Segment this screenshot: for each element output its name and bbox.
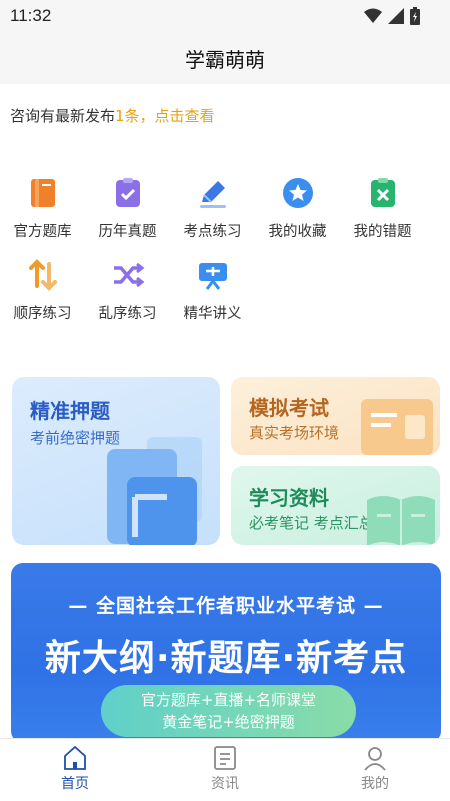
card-precise-prediction[interactable]: 精准押题 考前绝密押题: [12, 377, 220, 545]
card-title: 精准押题: [30, 399, 110, 423]
bottom-tab-bar: 首页 资讯 我的: [0, 738, 450, 801]
banner-pill-text: 官方题库+直播+名师课堂: [140, 691, 317, 709]
title-bar: 学霸萌萌: [0, 32, 450, 84]
wrong-x-icon: [371, 178, 395, 207]
id-card-icon: [361, 399, 433, 455]
signal-icon: [388, 8, 404, 24]
card-mock-exam[interactable]: 模拟考试 真实考场环境: [231, 377, 440, 455]
shuffle-icon: [114, 262, 145, 288]
tab-news[interactable]: 资讯: [150, 739, 300, 801]
clipboard-check-icon: [116, 178, 140, 207]
book-icon: [31, 179, 55, 207]
menu-label: 我的错题: [353, 224, 412, 240]
menu-item-sequential[interactable]: 顺序练习: [0, 250, 85, 322]
menu-label: 考点练习: [183, 224, 242, 240]
menu-label: 乱序练习: [98, 306, 157, 322]
user-icon: [364, 747, 386, 771]
menu-label: 历年真题: [98, 224, 157, 240]
edit-pen-icon: [200, 181, 226, 208]
tab-home[interactable]: 首页: [0, 739, 150, 801]
banner-feature-pill: 官方题库+直播+名师课堂 黄金笔记+绝密押题: [101, 685, 356, 737]
home-icon: [64, 745, 86, 770]
news-notice[interactable]: 咨询有最新发布1条，点击查看: [10, 105, 215, 126]
menu-item-key-points[interactable]: 考点练习: [170, 168, 255, 240]
wifi-icon: [364, 8, 382, 23]
tab-label: 首页: [61, 776, 89, 792]
menu-label: 精华讲义: [183, 306, 242, 322]
banner-pill-text: 黄金笔记+绝密押题: [162, 713, 295, 731]
menu-item-official-bank[interactable]: 官方题库: [0, 168, 85, 240]
tab-profile[interactable]: 我的: [300, 739, 450, 801]
status-time: 11:32: [10, 6, 52, 25]
menu-label: 我的收藏: [268, 224, 327, 240]
card-subtitle: 真实考场环境: [249, 424, 340, 442]
folder-illustration-icon: [107, 437, 202, 545]
menu-label: 官方题库: [13, 224, 72, 240]
promo-banner[interactable]: — 全国社会工作者职业水平考试 — 新大纲·新题库·新考点 官方题库+直播+名师…: [11, 563, 441, 743]
tab-label: 资讯: [211, 776, 239, 792]
document-icon: [214, 746, 236, 770]
battery-icon: [410, 7, 420, 25]
card-study-materials[interactable]: 学习资料 必考笔记 考点汇总: [231, 466, 440, 545]
lecture-icon: [199, 263, 227, 290]
menu-item-random[interactable]: 乱序练习: [85, 250, 170, 322]
open-book-icon: [367, 496, 435, 545]
sort-arrows-icon: [29, 259, 57, 291]
menu-item-lectures[interactable]: 精华讲义: [170, 250, 255, 322]
star-icon: [283, 178, 313, 208]
menu-item-favorites[interactable]: 我的收藏: [255, 168, 340, 240]
notice-link[interactable]: 1条，点击查看: [115, 107, 215, 125]
menu-item-past-papers[interactable]: 历年真题: [85, 168, 170, 240]
banner-headline: — 全国社会工作者职业水平考试 —: [68, 595, 384, 617]
card-title: 学习资料: [249, 486, 329, 510]
card-subtitle: 必考笔记 考点汇总: [249, 514, 374, 532]
tab-label: 我的: [361, 776, 389, 792]
menu-item-wrong-answers[interactable]: 我的错题: [340, 168, 425, 240]
notice-text: 咨询有最新发布: [10, 107, 116, 125]
page-title: 学霸萌萌: [185, 48, 265, 72]
status-bar: 11:32: [0, 0, 450, 32]
menu-label: 顺序练习: [13, 306, 72, 322]
banner-slogan: 新大纲·新题库·新考点: [44, 638, 408, 679]
card-title: 模拟考试: [249, 396, 329, 420]
status-icons: [364, 6, 420, 26]
